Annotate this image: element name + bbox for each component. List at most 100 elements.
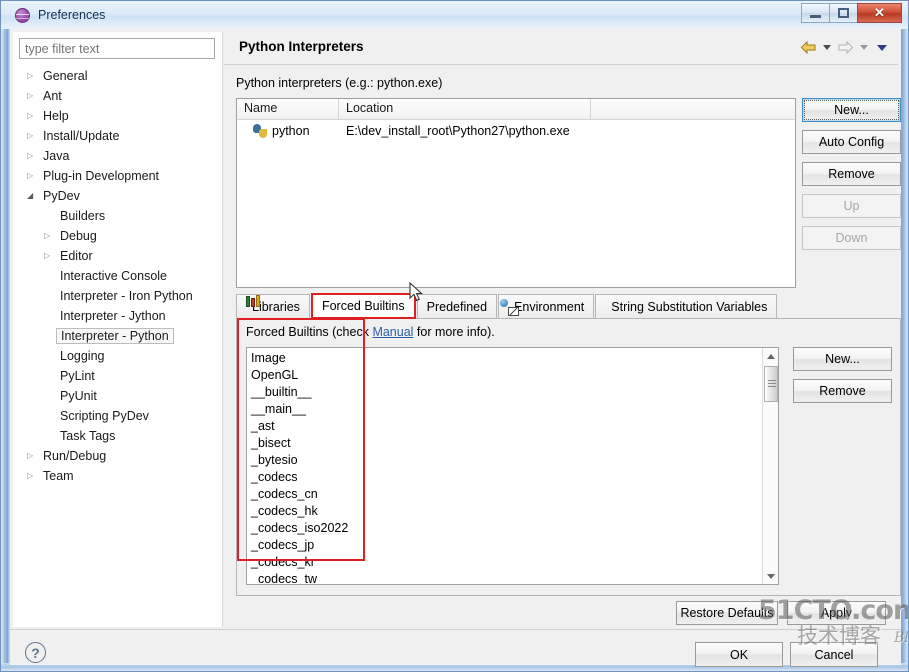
sidebar-item-install-update[interactable]: ▷ Install/Update <box>13 126 222 146</box>
sidebar-item-java[interactable]: ▷ Java <box>13 146 222 166</box>
forced-builtins-list[interactable]: Image OpenGL __builtin__ __main__ _ast _bisec… <box>247 348 764 584</box>
sidebar-item-label: Interpreter - Iron Python <box>60 289 193 303</box>
content-header: Python Interpreters <box>224 32 898 65</box>
scroll-down-button[interactable] <box>763 568 778 584</box>
sidebar-item-label: PyUnit <box>60 389 97 403</box>
chevron-right-icon[interactable]: ▷ <box>27 452 40 460</box>
scrollbar-grip-icon <box>768 380 776 381</box>
sidebar-item-interpreter-jython[interactable]: Interpreter - Jython <box>13 306 222 326</box>
remove-button[interactable]: Remove <box>802 162 901 186</box>
window-title: Preferences <box>38 8 106 22</box>
list-item[interactable]: _codecs <box>251 469 764 486</box>
chevron-right-icon[interactable]: ▷ <box>27 152 40 160</box>
ok-button[interactable]: OK <box>695 642 783 667</box>
tab-predefined[interactable]: Predefined <box>416 294 498 318</box>
forced-builtins-scrollbar[interactable] <box>762 348 778 584</box>
apply-button[interactable]: Apply <box>787 600 886 625</box>
sidebar-item-task-tags[interactable]: Task Tags <box>13 426 222 446</box>
cancel-button[interactable]: Cancel <box>790 642 878 667</box>
button-label: Remove <box>819 384 866 398</box>
ok-label: OK <box>729 647 749 662</box>
manual-link[interactable]: Manual <box>372 325 413 339</box>
back-history-caret[interactable] <box>823 45 831 50</box>
sidebar-item-interpreter-iron-python[interactable]: Interpreter - Iron Python <box>13 286 222 306</box>
up-button: Up <box>802 194 901 218</box>
list-item[interactable]: _codecs_tw <box>251 571 764 584</box>
list-item[interactable]: _bisect <box>251 435 764 452</box>
sidebar-item-scripting-pydev[interactable]: Scripting PyDev <box>13 406 222 426</box>
maximize-button[interactable] <box>829 3 858 23</box>
close-button[interactable]: ✕ <box>857 3 902 23</box>
button-label: Remove <box>828 167 875 181</box>
sidebar-item-label: PyDev <box>43 189 80 203</box>
tab-label: Predefined <box>426 299 488 314</box>
sidebar-item-label: Interactive Console <box>60 269 168 283</box>
builtins-remove-button[interactable]: Remove <box>793 379 892 403</box>
sidebar-item-logging[interactable]: Logging <box>13 346 222 366</box>
list-item[interactable]: _ast <box>251 418 764 435</box>
builtins-new-button[interactable]: New... <box>793 347 892 371</box>
table-header-row: Name Location <box>237 99 795 120</box>
sidebar-item-debug[interactable]: ▷ Debug <box>13 226 222 246</box>
button-label: Down <box>835 231 868 245</box>
column-header-location[interactable]: Location <box>339 99 591 120</box>
sidebar-item-interactive-console[interactable]: Interactive Console <box>13 266 222 286</box>
chevron-right-icon[interactable]: ▷ <box>27 472 40 480</box>
sidebar-item-interpreter-python[interactable]: Interpreter - Python <box>13 326 222 346</box>
restore-defaults-button[interactable]: Restore Defaults <box>676 600 778 625</box>
list-item[interactable]: _codecs_cn <box>251 486 764 503</box>
filter-input[interactable] <box>19 38 215 59</box>
tab-forced-builtins[interactable]: Forced Builtins <box>310 293 416 319</box>
scrollbar-thumb[interactable] <box>764 366 778 402</box>
interpreters-table[interactable]: Name Location python E:\dev_install_root\… <box>236 98 796 288</box>
help-icon[interactable]: ? <box>25 642 46 663</box>
sidebar-item-run-debug[interactable]: ▷ Run/Debug <box>13 446 222 466</box>
list-item[interactable]: OpenGL <box>251 367 764 384</box>
forced-builtins-list-container[interactable]: Image OpenGL __builtin__ __main__ _ast _bisec… <box>246 347 779 585</box>
sidebar-item-editor[interactable]: ▷ Editor <box>13 246 222 266</box>
column-header-name[interactable]: Name <box>237 99 339 120</box>
restore-icon <box>838 8 849 18</box>
tab-libraries[interactable]: Libraries <box>236 294 310 318</box>
sidebar-item-pyunit[interactable]: PyUnit <box>13 386 222 406</box>
list-item[interactable]: _codecs_hk <box>251 503 764 520</box>
sidebar-item-plug-in-development[interactable]: ▷ Plug-in Development <box>13 166 222 186</box>
chevron-right-icon[interactable]: ▷ <box>44 252 57 260</box>
tab-environment[interactable]: Environment <box>498 294 595 318</box>
page-action-row: Restore Defaults Apply <box>224 597 898 628</box>
scroll-up-button[interactable] <box>763 348 778 364</box>
chevron-right-icon[interactable]: ▷ <box>27 172 40 180</box>
chevron-down-icon[interactable]: ◢ <box>27 192 40 200</box>
tab-label: String Substitution Variables <box>611 299 768 314</box>
chevron-right-icon[interactable]: ▷ <box>27 72 40 80</box>
sidebar-item-label: Scripting PyDev <box>60 409 149 423</box>
interpreter-tabs: Libraries Forced Builtins Predefined Enviro… <box>236 293 901 319</box>
sidebar-item-pydev[interactable]: ◢ PyDev <box>13 186 222 206</box>
list-item[interactable]: _codecs_iso2022 <box>251 520 764 537</box>
list-item[interactable]: __main__ <box>251 401 764 418</box>
table-row[interactable]: python E:\dev_install_root\Python27\pytho… <box>237 120 795 142</box>
chevron-right-icon[interactable]: ▷ <box>44 232 57 240</box>
chevron-right-icon[interactable]: ▷ <box>27 132 40 140</box>
back-arrow-icon[interactable] <box>800 40 817 55</box>
auto-config-button[interactable]: Auto Config <box>802 130 901 154</box>
view-menu-caret[interactable] <box>877 44 887 51</box>
chevron-right-icon[interactable]: ▷ <box>27 112 40 120</box>
sidebar-item-label: PyLint <box>60 369 95 383</box>
sidebar-item-ant[interactable]: ▷ Ant <box>13 86 222 106</box>
sidebar-item-pylint[interactable]: PyLint <box>13 366 222 386</box>
sidebar-item-builders[interactable]: Builders <box>13 206 222 226</box>
list-item[interactable]: __builtin__ <box>251 384 764 401</box>
sidebar-item-help[interactable]: ▷ Help <box>13 106 222 126</box>
sidebar-item-general[interactable]: ▷ General <box>13 66 222 86</box>
sidebar-item-team[interactable]: ▷ Team <box>13 466 222 486</box>
new-button[interactable]: New... <box>802 98 901 122</box>
column-header-extra[interactable] <box>591 99 794 120</box>
chevron-right-icon[interactable]: ▷ <box>27 92 40 100</box>
minimize-button[interactable] <box>801 3 830 23</box>
tab-string-substitution-variables[interactable]: String Substitution Variables <box>595 294 778 318</box>
list-item[interactable]: _codecs_jp <box>251 537 764 554</box>
list-item[interactable]: _codecs_kr <box>251 554 764 571</box>
list-item[interactable]: _bytesio <box>251 452 764 469</box>
list-item[interactable]: Image <box>251 350 764 367</box>
